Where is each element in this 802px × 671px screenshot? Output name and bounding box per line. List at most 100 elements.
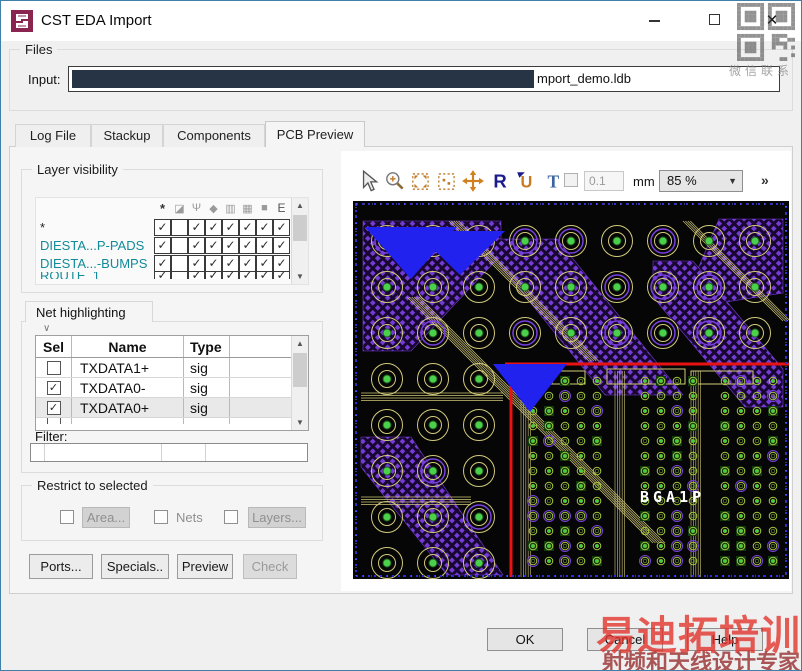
layer-visibility-checkbox[interactable]: ✓ [154, 254, 171, 272]
scroll-up-icon[interactable]: ▲ [292, 336, 308, 351]
scroll-down-icon[interactable]: ▼ [292, 269, 308, 284]
cst-eda-import-dialog: CST EDA Import ✕ Files Input: mport_demo… [0, 0, 802, 671]
layer-visibility-checkbox[interactable]: ✓ [256, 236, 273, 254]
cancel-button[interactable]: Cancel [587, 628, 663, 651]
maximize-button[interactable] [699, 9, 729, 33]
input-path-field[interactable]: mport_demo.ldb [68, 66, 780, 92]
layer-visibility-checkbox[interactable] [171, 218, 188, 236]
cst-logo-icon [11, 10, 33, 32]
layer-visibility-checkbox[interactable]: ✓ [222, 218, 239, 236]
net-select-checkbox[interactable] [46, 418, 61, 424]
layer-visibility-checkbox[interactable] [171, 272, 188, 279]
pan-tool-icon[interactable] [461, 169, 485, 193]
layer-visibility-checkbox[interactable]: ✓ [154, 272, 171, 279]
layer-visibility-checkbox[interactable]: ✓ [273, 218, 290, 236]
net-row[interactable] [36, 418, 308, 424]
net-highlighting-tab[interactable]: Net highlighting [25, 301, 153, 322]
layer-visibility-checkbox[interactable]: ✓ [154, 236, 171, 254]
area-button[interactable]: Area... [82, 507, 130, 528]
layer-visibility-checkbox[interactable]: ✓ [239, 218, 256, 236]
scroll-thumb[interactable] [293, 353, 307, 387]
files-group-label: Files [20, 42, 58, 57]
layer-visibility-checkbox[interactable]: ✓ [205, 254, 222, 272]
check-button[interactable]: Check [243, 554, 297, 579]
tab-log-file[interactable]: Log File [15, 124, 91, 147]
scroll-thumb[interactable] [293, 215, 307, 241]
preview-button[interactable]: Preview [177, 554, 233, 579]
title-bar[interactable]: CST EDA Import ✕ [1, 1, 801, 41]
layer-visibility-checkbox[interactable]: ✓ [188, 272, 205, 279]
layer-visibility-table[interactable]: * ◪ Ψ ◆ ▥ ▦ ■ E * ✓ ✓ ✓ ✓ ✓ ✓ ✓ DIESTA...P-PADS ✓ ✓ ✓ ✓ ✓ ✓ ✓ D… [35, 197, 309, 285]
layer-visibility-checkbox[interactable]: ✓ [222, 272, 239, 279]
layer-row[interactable]: * ✓ ✓ ✓ ✓ ✓ ✓ ✓ [36, 218, 308, 236]
column-header-type[interactable]: Type [184, 336, 230, 357]
layer-visibility-checkbox[interactable]: ✓ [273, 272, 290, 279]
layer-table-scrollbar[interactable]: ▲ ▼ [291, 198, 308, 284]
layer-visibility-checkbox[interactable]: ✓ [188, 254, 205, 272]
layer-visibility-checkbox[interactable] [171, 236, 188, 254]
net-row[interactable]: ✓ TXDATA0+ sig [36, 398, 308, 418]
svg-text:R: R [493, 171, 506, 192]
layer-visibility-checkbox[interactable]: ✓ [256, 218, 273, 236]
filter-input[interactable] [30, 443, 308, 462]
net-select-checkbox[interactable]: ✓ [46, 380, 61, 395]
layers-checkbox[interactable] [224, 510, 238, 524]
measure-checkbox[interactable] [564, 173, 578, 187]
column-header-sel[interactable]: Sel [36, 336, 72, 357]
zoom-level-select[interactable]: 85 % ▼ [659, 170, 743, 192]
u-rotate-tool-icon[interactable]: U [515, 169, 539, 193]
tab-stackup[interactable]: Stackup [91, 124, 163, 147]
rotate-r-tool-icon[interactable]: R [489, 169, 513, 193]
select-tool-icon[interactable] [357, 169, 381, 193]
layer-row[interactable]: DIESTA...P-PADS ✓ ✓ ✓ ✓ ✓ ✓ ✓ [36, 236, 308, 254]
minimize-button[interactable] [639, 9, 669, 33]
layer-visibility-checkbox[interactable]: ✓ [222, 236, 239, 254]
layer-visibility-checkbox[interactable]: ✓ [205, 236, 222, 254]
toolbar-overflow-button[interactable]: » [761, 172, 769, 188]
layer-visibility-checkbox[interactable]: ✓ [239, 254, 256, 272]
layer-visibility-checkbox[interactable]: ✓ [188, 218, 205, 236]
layer-visibility-checkbox[interactable]: ✓ [205, 272, 222, 279]
net-table[interactable]: Sel Name Type TXDATA1+ sig ✓ TXDATA0- sig ✓ TX… [35, 335, 309, 431]
net-name [72, 418, 184, 424]
tab-pcb-preview[interactable]: PCB Preview [265, 121, 365, 147]
scroll-up-icon[interactable]: ▲ [292, 198, 308, 213]
net-row[interactable]: ✓ TXDATA0- sig [36, 378, 308, 398]
layer-visibility-checkbox[interactable]: ✓ [239, 272, 256, 279]
sort-chevron-icon[interactable]: ∨ [43, 323, 50, 334]
layer-visibility-checkbox[interactable]: ✓ [154, 218, 171, 236]
net-row[interactable]: TXDATA1+ sig [36, 358, 308, 378]
layer-visibility-checkbox[interactable] [171, 254, 188, 272]
specials-button[interactable]: Specials.. [101, 554, 169, 579]
scroll-down-icon[interactable]: ▼ [292, 415, 308, 430]
ports-button[interactable]: Ports... [29, 554, 93, 579]
zoom-window-icon[interactable] [435, 169, 459, 193]
zoom-tool-icon[interactable] [383, 169, 407, 193]
layer-visibility-checkbox[interactable]: ✓ [222, 254, 239, 272]
nets-checkbox[interactable] [154, 510, 168, 524]
layer-visibility-checkbox[interactable]: ✓ [273, 254, 290, 272]
area-checkbox[interactable] [60, 510, 74, 524]
ok-button[interactable]: OK [487, 628, 563, 651]
measure-value-input[interactable] [584, 171, 624, 191]
net-table-scrollbar[interactable]: ▲ ▼ [291, 336, 308, 430]
layer-visibility-checkbox[interactable]: ✓ [256, 272, 273, 279]
layer-visibility-checkbox[interactable]: ✓ [188, 236, 205, 254]
layers-button[interactable]: Layers... [248, 507, 306, 528]
column-header-name[interactable]: Name [72, 336, 184, 357]
net-select-checkbox[interactable]: ✓ [46, 400, 61, 415]
layer-visibility-checkbox[interactable]: ✓ [273, 236, 290, 254]
layer-row[interactable]: ROUTE_1✓✓✓✓✓✓✓ [36, 272, 308, 279]
close-button[interactable]: ✕ [757, 9, 787, 33]
layer-visibility-checkbox[interactable]: ✓ [205, 218, 222, 236]
help-button[interactable]: Help [687, 628, 763, 651]
layer-visibility-checkbox[interactable]: ✓ [256, 254, 273, 272]
net-select-checkbox[interactable] [46, 360, 61, 375]
tab-components[interactable]: Components [163, 124, 265, 147]
zoom-fit-icon[interactable] [409, 169, 433, 193]
layer-table-head: * ◪ Ψ ◆ ▥ ▦ ■ E [36, 198, 308, 218]
layer-visibility-checkbox[interactable]: ✓ [239, 236, 256, 254]
layer-row[interactable]: DIESTA...-BUMPS ✓ ✓ ✓ ✓ ✓ ✓ ✓ [36, 254, 308, 272]
text-tool-icon[interactable]: T [541, 169, 565, 193]
pcb-preview-canvas[interactable]: BGA1P [353, 201, 789, 579]
